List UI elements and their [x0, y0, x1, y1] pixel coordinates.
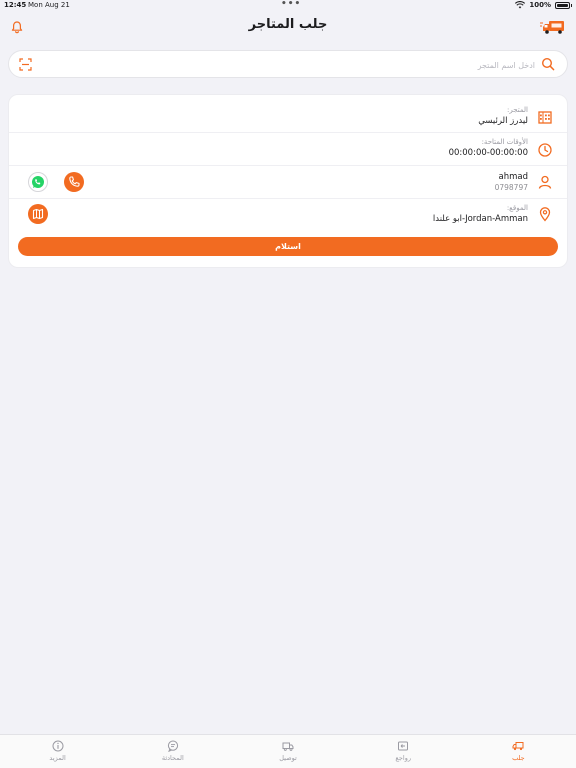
contact-texts: ahmad 0798797	[495, 171, 528, 193]
location-row: الموقع: Jordan-Amman-ابو علندا	[9, 199, 567, 231]
store-row: المتجر: ليدرز الرئيسي	[9, 101, 567, 133]
user-icon	[538, 175, 552, 189]
times-label: الأوقات المتاحة:	[481, 138, 528, 146]
phone-icon	[69, 176, 80, 187]
location-value: Jordan-Amman-ابو علندا	[432, 214, 528, 224]
brand-truck-logo-icon	[540, 21, 564, 34]
returns-icon	[398, 741, 409, 751]
page-title: جلب المتاجر	[248, 17, 328, 32]
multitasking-dots[interactable]: •••	[281, 0, 301, 9]
tab-more-label: المزيد	[49, 754, 66, 762]
pickup-icon	[512, 742, 524, 751]
chat-icon	[167, 740, 178, 752]
store-search-bar[interactable]	[8, 50, 568, 78]
store-label: المتجر:	[507, 106, 528, 114]
status-bar: 12:45 Mon Aug 21 ••• 100%	[0, 0, 576, 12]
delivery-truck-icon	[282, 742, 294, 751]
store-name: ليدرز الرئيسي	[478, 116, 528, 126]
receive-button[interactable]: استلام	[18, 237, 558, 256]
tab-chat[interactable]: المحادثة	[115, 735, 230, 768]
status-time: 12:45	[4, 1, 27, 9]
tab-more[interactable]: المزيد	[0, 735, 115, 768]
map-icon	[32, 208, 44, 220]
whatsapp-icon	[32, 176, 44, 188]
tab-returns[interactable]: رواجع	[346, 735, 461, 768]
tab-delivery[interactable]: توصيل	[230, 735, 345, 768]
search-icon	[541, 57, 555, 71]
status-date: Mon Aug 21	[28, 1, 70, 9]
nav-header: جلب المتاجر	[0, 12, 576, 46]
tab-returns-label: رواجع	[395, 754, 411, 762]
store-texts: المتجر: ليدرز الرئيسي	[478, 105, 528, 127]
info-icon	[52, 740, 64, 752]
map-button[interactable]	[28, 204, 48, 224]
times-value: 00:00:00-00:00:00	[448, 148, 528, 158]
status-right: 100%	[515, 1, 572, 9]
clock-icon	[538, 143, 552, 157]
tab-pickup-label: جلب	[512, 754, 525, 762]
wifi-icon	[515, 1, 526, 9]
store-card: المتجر: ليدرز الرئيسي الأوقات المتاحة: 0…	[8, 94, 568, 268]
tab-pickup[interactable]: جلب	[461, 735, 576, 768]
contact-phone: 0798797	[494, 183, 528, 192]
contact-row: ahmad 0798797	[9, 166, 567, 199]
call-button[interactable]	[64, 172, 84, 192]
available-times-row: الأوقات المتاحة: 00:00:00-00:00:00	[9, 133, 567, 166]
location-texts: الموقع: Jordan-Amman-ابو علندا	[433, 203, 528, 225]
tab-bar: المزيد المحادثة توصيل رواجع جلب	[0, 734, 576, 768]
location-pin-icon	[539, 207, 551, 222]
tab-delivery-label: توصيل	[279, 754, 297, 762]
battery-percent: 100%	[529, 1, 551, 9]
contact-name: ahmad	[498, 172, 528, 182]
times-texts: الأوقات المتاحة: 00:00:00-00:00:00	[449, 137, 528, 159]
store-search-input[interactable]	[39, 57, 535, 73]
location-label: الموقع:	[506, 204, 528, 212]
tab-chat-label: المحادثة	[161, 754, 184, 762]
battery-icon	[555, 1, 572, 9]
whatsapp-button[interactable]	[28, 172, 48, 192]
barcode-scan-icon[interactable]	[19, 58, 32, 71]
store-building-icon	[538, 111, 552, 124]
